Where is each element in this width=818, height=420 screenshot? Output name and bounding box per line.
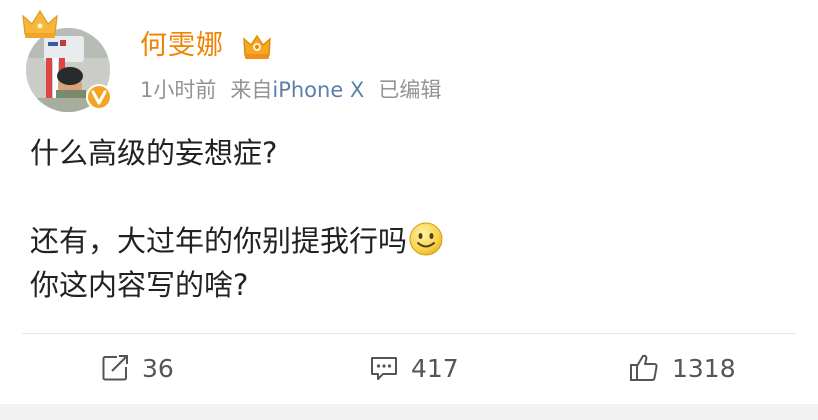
footer-strip [0,404,818,420]
weibo-post-card: 何雯娜 1小时前 来自iPhone X 已编辑 什么高级的妄想症? 还有，大过年的你… [0,0,818,420]
comment-icon [371,357,397,380]
thumbs-up-icon [630,354,658,381]
source-device-link[interactable]: iPhone X [272,78,364,102]
post-text-line-1: 什么高级的妄想症? [30,136,278,170]
comment-count: 417 [411,353,459,383]
crown-icon [22,9,58,38]
action-bar: 36 417 1318 [0,336,818,402]
repost-count: 36 [142,353,174,383]
username[interactable]: 何雯娜 [140,28,224,64]
source-prefix: 来自 [230,78,273,102]
post-text-line-3: 你这内容写的啥? [30,268,249,302]
avatar-area[interactable] [22,8,122,112]
post-text-line-2: 还有，大过年的你别提我行吗 [30,224,408,258]
divider [22,333,796,334]
comment-button[interactable]: 417 [369,348,459,388]
post-time: 1小时前 [140,78,217,102]
like-count: 1318 [672,353,736,383]
edited-label[interactable]: 已编辑 [378,78,441,102]
smile-emoji [409,222,443,256]
post-meta: 1小时前 来自iPhone X 已编辑 [140,76,441,104]
verified-v-icon [86,84,112,110]
post-content: 什么高级的妄想症? 还有，大过年的你别提我行吗 你这内容写的啥? [30,131,790,307]
like-button[interactable]: 1318 [628,348,736,388]
repost-icon [102,355,128,381]
vip-crown-icon[interactable] [242,33,272,61]
post-text-line-2-wrap: 还有，大过年的你别提我行吗 [30,219,790,263]
repost-button[interactable]: 36 [100,348,174,388]
